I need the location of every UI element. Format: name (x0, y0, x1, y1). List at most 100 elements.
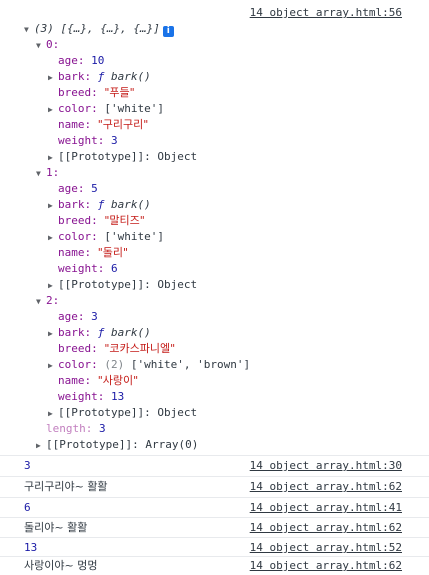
item-1-name: name: "돌리" (48, 245, 128, 261)
array-count: (2) (104, 358, 125, 371)
expand-triangle-icon[interactable]: ▼ (36, 38, 46, 54)
function-icon: ƒ (97, 70, 105, 83)
prop-key: weight: (58, 134, 111, 147)
item-1-bark[interactable]: ▶ bark: ƒ bark() (48, 197, 151, 213)
prop-key: [[Prototype]]: (58, 406, 158, 419)
prop-value: 10 (91, 54, 105, 67)
collapse-triangle-icon[interactable]: ▶ (48, 150, 58, 166)
prop-key: color: (58, 230, 105, 243)
source-link[interactable]: 14 object array.html:62 (250, 557, 402, 575)
prop-key: weight: (58, 262, 111, 275)
array-prototype[interactable]: ▶ [[Prototype]]: Array(0) (36, 437, 198, 453)
source-link[interactable]: 14 object array.html:62 (250, 518, 402, 538)
collapse-triangle-icon[interactable]: ▶ (48, 278, 58, 294)
item-index: 1: (46, 166, 60, 179)
item-0-color[interactable]: ▶ color: ['white'] (48, 101, 164, 117)
log-row: 6 14 object array.html:41 (0, 498, 429, 518)
info-icon[interactable]: i (162, 26, 174, 37)
collapse-triangle-icon[interactable]: ▶ (48, 102, 58, 118)
prop-value: 3 (91, 310, 98, 323)
array-length: length: 3 (36, 421, 106, 437)
item-0-breed: breed: "푸들" (48, 85, 135, 101)
item-1-color[interactable]: ▶ color: ['white'] (48, 229, 164, 245)
prop-value: Object (157, 278, 198, 291)
prop-value: 3 (110, 134, 118, 147)
source-link[interactable]: 14 object array.html:30 (250, 456, 402, 476)
prop-value: ['white'] (104, 102, 164, 115)
item-1-weight: weight: 6 (48, 261, 118, 277)
array-preview: [{…}, {…}, {…}] (60, 22, 160, 35)
collapse-triangle-icon[interactable]: ▶ (48, 70, 58, 86)
prop-value: "돌리" (97, 246, 129, 259)
prop-value: 5 (91, 182, 98, 195)
item-2-name: name: "사랑이" (48, 373, 138, 389)
prop-value: 3 (98, 422, 106, 435)
array-count: (3) (34, 22, 54, 35)
source-link[interactable]: 14 object array.html:56 (250, 6, 402, 19)
prop-key: length: (46, 422, 99, 435)
prop-value: bark() (111, 198, 151, 211)
prop-value: "푸들" (104, 86, 135, 99)
collapse-triangle-icon[interactable]: ▶ (36, 438, 46, 454)
collapse-triangle-icon[interactable]: ▶ (48, 230, 58, 246)
prop-key: [[Prototype]]: (58, 278, 158, 291)
expand-triangle-icon[interactable]: ▼ (36, 294, 46, 310)
item-2-age: age: 3 (48, 309, 98, 325)
prop-key: color: (58, 102, 105, 115)
item-0-prototype[interactable]: ▶ [[Prototype]]: Object (48, 149, 197, 165)
prop-value: 13 (110, 390, 125, 403)
prop-value: ['white'] (104, 230, 164, 243)
prop-value: ['white', 'brown'] (130, 358, 251, 371)
log-message: 6 (24, 501, 31, 514)
prop-key: [[Prototype]]: (58, 150, 158, 163)
log-message: 구리구리야~ 활활 (24, 480, 108, 493)
prop-key: name: (58, 246, 98, 259)
prop-key: weight: (58, 390, 111, 403)
prop-value: 6 (110, 262, 118, 275)
item-0-header[interactable]: ▼ 0: (36, 37, 59, 53)
expand-triangle-icon[interactable]: ▼ (36, 166, 46, 182)
prop-value: bark() (111, 326, 151, 339)
collapse-triangle-icon[interactable]: ▶ (48, 406, 58, 422)
item-2-weight: weight: 13 (48, 389, 124, 405)
expand-triangle-icon[interactable]: ▼ (24, 22, 34, 38)
item-2-breed: breed: "코카스파니엘" (48, 341, 175, 357)
item-0-bark[interactable]: ▶ bark: ƒ bark() (48, 69, 151, 85)
log-row: 13 14 object array.html:52 (0, 538, 429, 558)
source-link[interactable]: 14 object array.html:62 (250, 477, 402, 497)
item-1-header[interactable]: ▼ 1: (36, 165, 59, 181)
item-index: 2: (46, 294, 60, 307)
item-1-age: age: 5 (48, 181, 98, 197)
prop-value: "구리구리" (97, 118, 149, 131)
prop-key: name: (58, 374, 98, 387)
source-link[interactable]: 14 object array.html:52 (250, 538, 402, 558)
log-row: 사랑이야~ 멍멍 14 object array.html:62 (0, 557, 429, 575)
prop-value: "말티즈" (104, 214, 145, 227)
item-2-color[interactable]: ▶ color: (2) ['white', 'brown'] (48, 357, 250, 373)
item-2-bark[interactable]: ▶ bark: ƒ bark() (48, 325, 151, 341)
log-row: 3 14 object array.html:30 (0, 456, 429, 476)
collapse-triangle-icon[interactable]: ▶ (48, 358, 58, 374)
array-summary[interactable]: ▼ (3) [{…}, {…}, {…}] i (24, 21, 174, 37)
source-link[interactable]: 14 object array.html:41 (250, 498, 402, 518)
item-2-header[interactable]: ▼ 2: (36, 293, 59, 309)
log-message: 3 (24, 459, 31, 472)
prop-key: bark: (58, 70, 98, 83)
collapse-triangle-icon[interactable]: ▶ (48, 198, 58, 214)
function-icon: ƒ (97, 198, 105, 211)
prop-value: "사랑이" (97, 374, 139, 387)
prop-key: age: (58, 54, 92, 67)
item-0-name: name: "구리구리" (48, 117, 148, 133)
prop-key: [[Prototype]]: (46, 438, 146, 451)
log-message: 사랑이야~ 멍멍 (24, 559, 98, 572)
item-1-prototype[interactable]: ▶ [[Prototype]]: Object (48, 277, 197, 293)
collapse-triangle-icon[interactable]: ▶ (48, 326, 58, 342)
prop-value: bark() (111, 70, 151, 83)
prop-key: breed: (58, 342, 105, 355)
item-2-prototype[interactable]: ▶ [[Prototype]]: Object (48, 405, 197, 421)
prop-key: age: (58, 310, 92, 323)
log-message: 13 (24, 541, 38, 554)
prop-key: breed: (58, 86, 105, 99)
prop-key: breed: (58, 214, 105, 227)
prop-value: Object (157, 150, 198, 163)
